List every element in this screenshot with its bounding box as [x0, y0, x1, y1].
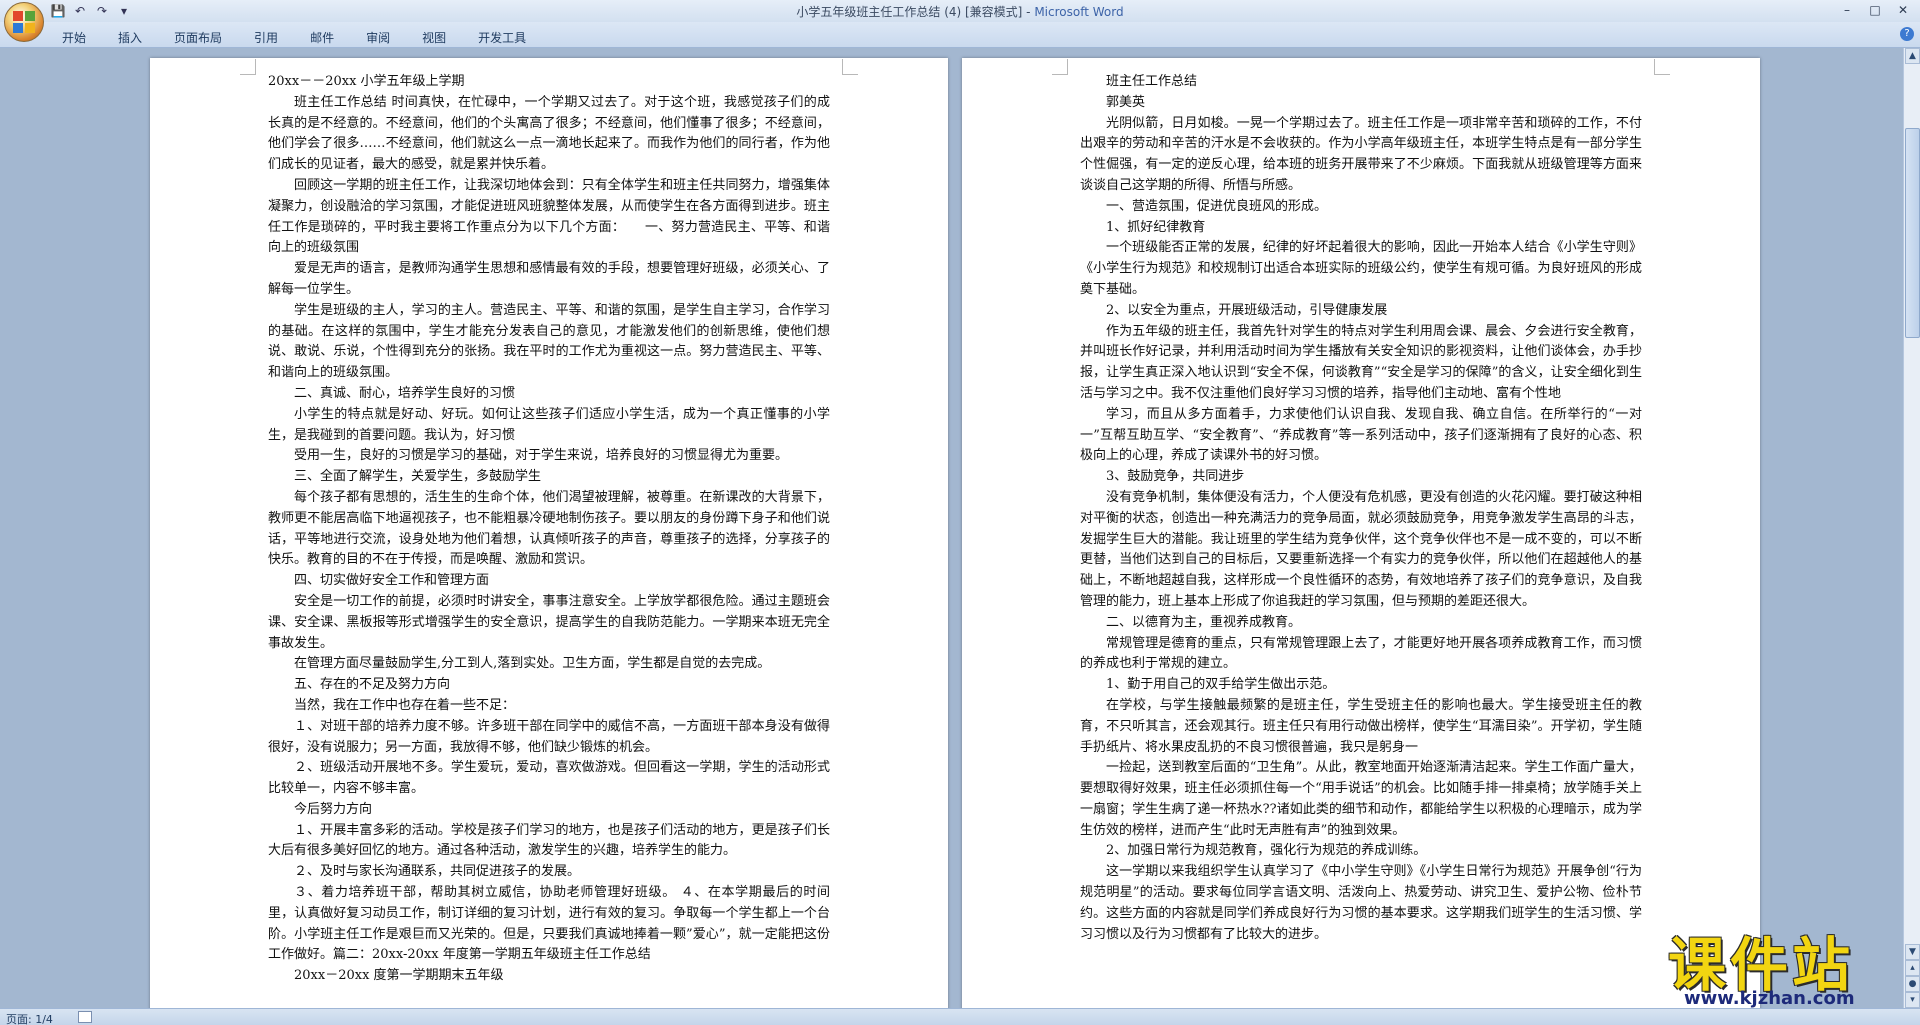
paragraph: １、开展丰富多彩的活动。学校是孩子们学习的地方，也是孩子们活动的地方，更是孩子们…: [268, 822, 830, 859]
paragraph: 二、真诚、耐心，培养学生良好的习惯: [294, 385, 516, 401]
scroll-thumb[interactable]: [1905, 128, 1920, 338]
ribbon-tabs: 开始 插入 页面布局 引用 邮件 审阅 视图 开发工具: [50, 27, 546, 48]
paragraph: ３、着力培养班干部，帮助其树立威信，协助老师管理好班级。 ４、在本学期最后的时间…: [268, 885, 830, 963]
paragraph: 安全是一切工作的前提，必须时时讲安全，事事注意安全。上学放学都很危险。通过主题班…: [268, 593, 830, 651]
page-right-body[interactable]: 班主任工作总结 郭美英光阴似箭，日月如梭。一晃一个学期过去了。班主任工作是一项非常…: [1080, 72, 1642, 945]
page-left-body[interactable]: 20xx－－20xx 小学五年级上学期班主任工作总结 时间真快，在忙碌中，一个学…: [268, 72, 830, 987]
tab-page-layout[interactable]: 页面布局: [162, 27, 234, 48]
crop-mark: [1052, 59, 1068, 75]
office-logo-icon: [13, 11, 35, 33]
paragraph: 20xx－－20xx 小学五年级上学期: [268, 74, 465, 89]
paragraph: 1、抓好纪律教育: [1106, 219, 1206, 235]
maximize-button[interactable]: □: [1862, 1, 1888, 19]
paragraph: 3、鼓励竞争，共同进步: [1106, 469, 1245, 485]
paragraph: 光阴似箭，日月如梭。一晃一个学期过去了。班主任工作是一项非常辛苦和琐碎的工作，不…: [1080, 115, 1642, 193]
office-button[interactable]: [4, 2, 44, 42]
paragraph: 郭美英: [1106, 94, 1146, 110]
watermark-url: www.kjzhan.com: [1684, 988, 1855, 1009]
watermark-logo: 课件站 www.kjzhan.com: [1668, 918, 1908, 1014]
paragraph: 小学生的特点就是好动、好玩。如何让这些孩子们适应小学生活，成为一个真正懂事的小学…: [268, 406, 830, 443]
document-workspace: 20xx－－20xx 小学五年级上学期班主任工作总结 时间真快，在忙碌中，一个学…: [0, 48, 1903, 1008]
paragraph: 一捡起，送到教室后面的“卫生角”。从此，教室地面开始逐渐清洁起来。学生工作面广量…: [1080, 760, 1642, 838]
paragraph: ２、班级活动开展地不多。学生爱玩，爱动，喜欢做游戏。但回看这一学期，学生的活动形…: [268, 760, 830, 797]
paragraph: 当然，我在工作中也存在着一些不足：: [294, 697, 516, 713]
paragraph: 班主任工作总结 时间真快，在忙碌中，一个学期又过去了。对于这个班，我感觉孩子们的…: [268, 94, 830, 173]
crop-mark: [240, 59, 256, 75]
tab-home[interactable]: 开始: [50, 27, 98, 48]
paragraph: 学习，而且从多方面着手，力求使他们认识自我、发现自我、确立自信。在所举行的“一对…: [1080, 406, 1642, 464]
page-left: 20xx－－20xx 小学五年级上学期班主任工作总结 时间真快，在忙碌中，一个学…: [150, 58, 948, 1008]
help-icon[interactable]: ?: [1900, 27, 1914, 41]
paragraph: 三、全面了解学生，关爱学生，多鼓励学生: [294, 469, 542, 485]
paragraph: 一个班级能否正常的发展，纪律的好坏起着很大的影响，因此一开始本人结合《小学生守则…: [1080, 240, 1642, 297]
proofing-icon[interactable]: [78, 1011, 92, 1023]
paragraph: 每个孩子都有思想的，活生生的生命个体，他们渴望被理解，被尊重。在新课改的大背景下…: [268, 489, 830, 568]
paragraph: 回顾这一学期的班主任工作，让我深切地体会到：只有全体学生和班主任共同努力，增强集…: [268, 177, 830, 256]
tab-review[interactable]: 审阅: [354, 27, 402, 48]
window-controls: – □ ✕: [1834, 1, 1916, 19]
ribbon: 开始 插入 页面布局 引用 邮件 审阅 视图 开发工具 ?: [0, 22, 1920, 48]
tab-view[interactable]: 视图: [410, 27, 458, 48]
paragraph: 学生是班级的主人，学习的主人。营造民主、平等、和谐的氛围，是学生自主学习，合作学…: [268, 302, 830, 381]
paragraph: 2、以安全为重点，开展班级活动，引导健康发展: [1106, 302, 1388, 318]
close-button[interactable]: ✕: [1890, 1, 1916, 19]
crop-mark: [842, 59, 858, 75]
minimize-button[interactable]: –: [1834, 1, 1860, 19]
tab-mailings[interactable]: 邮件: [298, 27, 346, 48]
tab-insert[interactable]: 插入: [106, 27, 154, 48]
paragraph: 在学校，与学生接触最频繁的是班主任，学生受班主任的影响也最大。学生接受班主任的教…: [1080, 697, 1642, 755]
title-bar: 💾 ↶ ↷ ▾ 小学五年级班主任工作总结 (4) [兼容模式] - Micros…: [0, 0, 1920, 22]
scroll-up-icon[interactable]: ▲: [1905, 48, 1920, 64]
paragraph: 四、切实做好安全工作和管理方面: [294, 573, 490, 589]
app-name: Microsoft Word: [1034, 5, 1124, 19]
window-title: 小学五年级班主任工作总结 (4) [兼容模式] - Microsoft Word: [0, 3, 1920, 20]
document-title: 小学五年级班主任工作总结 (4) [兼容模式] -: [796, 5, 1035, 19]
paragraph: 一、营造氛围，促进优良班风的形成。: [1106, 198, 1328, 214]
status-bar: 页面: 1/4: [0, 1008, 1920, 1025]
page-indicator[interactable]: 页面: 1/4: [6, 1011, 53, 1025]
paragraph: 2、加强日常行为规范教育，强化行为规范的养成训练。: [1106, 843, 1427, 859]
paragraph: 常规管理是德育的重点，只有常规管理跟上去了，才能更好地开展各项养成教育工作，而习…: [1080, 635, 1642, 672]
paragraph: ２、及时与家长沟通联系，共同促进孩子的发展。: [294, 864, 581, 880]
paragraph: 爱是无声的语言，是教师沟通学生思想和感情最有效的手段，想要管理好班级，必须关心、…: [268, 261, 830, 297]
paragraph: 作为五年级的班主任，我首先针对学生的特点对学生利用周会课、晨会、夕会进行安全教育…: [1080, 323, 1642, 401]
paragraph: 没有竞争机制，集体便没有活力，个人便没有危机感，更没有创造的火花闪耀。要打破这种…: [1080, 489, 1642, 609]
tab-developer[interactable]: 开发工具: [466, 27, 538, 48]
paragraph: 受用一生，良好的习惯是学习的基础，对于学生来说，培养良好的习惯显得尤为重要。: [294, 448, 789, 464]
tab-references[interactable]: 引用: [242, 27, 290, 48]
paragraph: 这一学期以来我组织学生认真学习了《中小学生守则》《小学生日常行为规范》开展争创“…: [1080, 864, 1642, 942]
paragraph: 1、勤于用自己的双手给学生做出示范。: [1106, 677, 1336, 693]
paragraph: 今后努力方向: [294, 801, 373, 817]
paragraph: 在管理方面尽量鼓励学生,分工到人,落到实处。卫生方面，学生都是自觉的去完成。: [294, 656, 771, 672]
paragraph: 二、以德育为主，重视养成教育。: [1106, 614, 1302, 630]
paragraph: 20xx－20xx 度第一学期期末五年级: [294, 968, 504, 984]
crop-mark: [1654, 59, 1670, 75]
paragraph: 五、存在的不足及努力方向: [294, 677, 451, 693]
paragraph: 班主任工作总结: [1106, 74, 1198, 89]
vertical-scrollbar[interactable]: ▲ ▼ ▴ ● ▾: [1903, 48, 1920, 1008]
page-right: 班主任工作总结 郭美英光阴似箭，日月如梭。一晃一个学期过去了。班主任工作是一项非常…: [962, 58, 1760, 1008]
paragraph: １、对班干部的培养力度不够。许多班干部在同学中的威信不高，一方面班干部本身没有做…: [268, 718, 830, 755]
